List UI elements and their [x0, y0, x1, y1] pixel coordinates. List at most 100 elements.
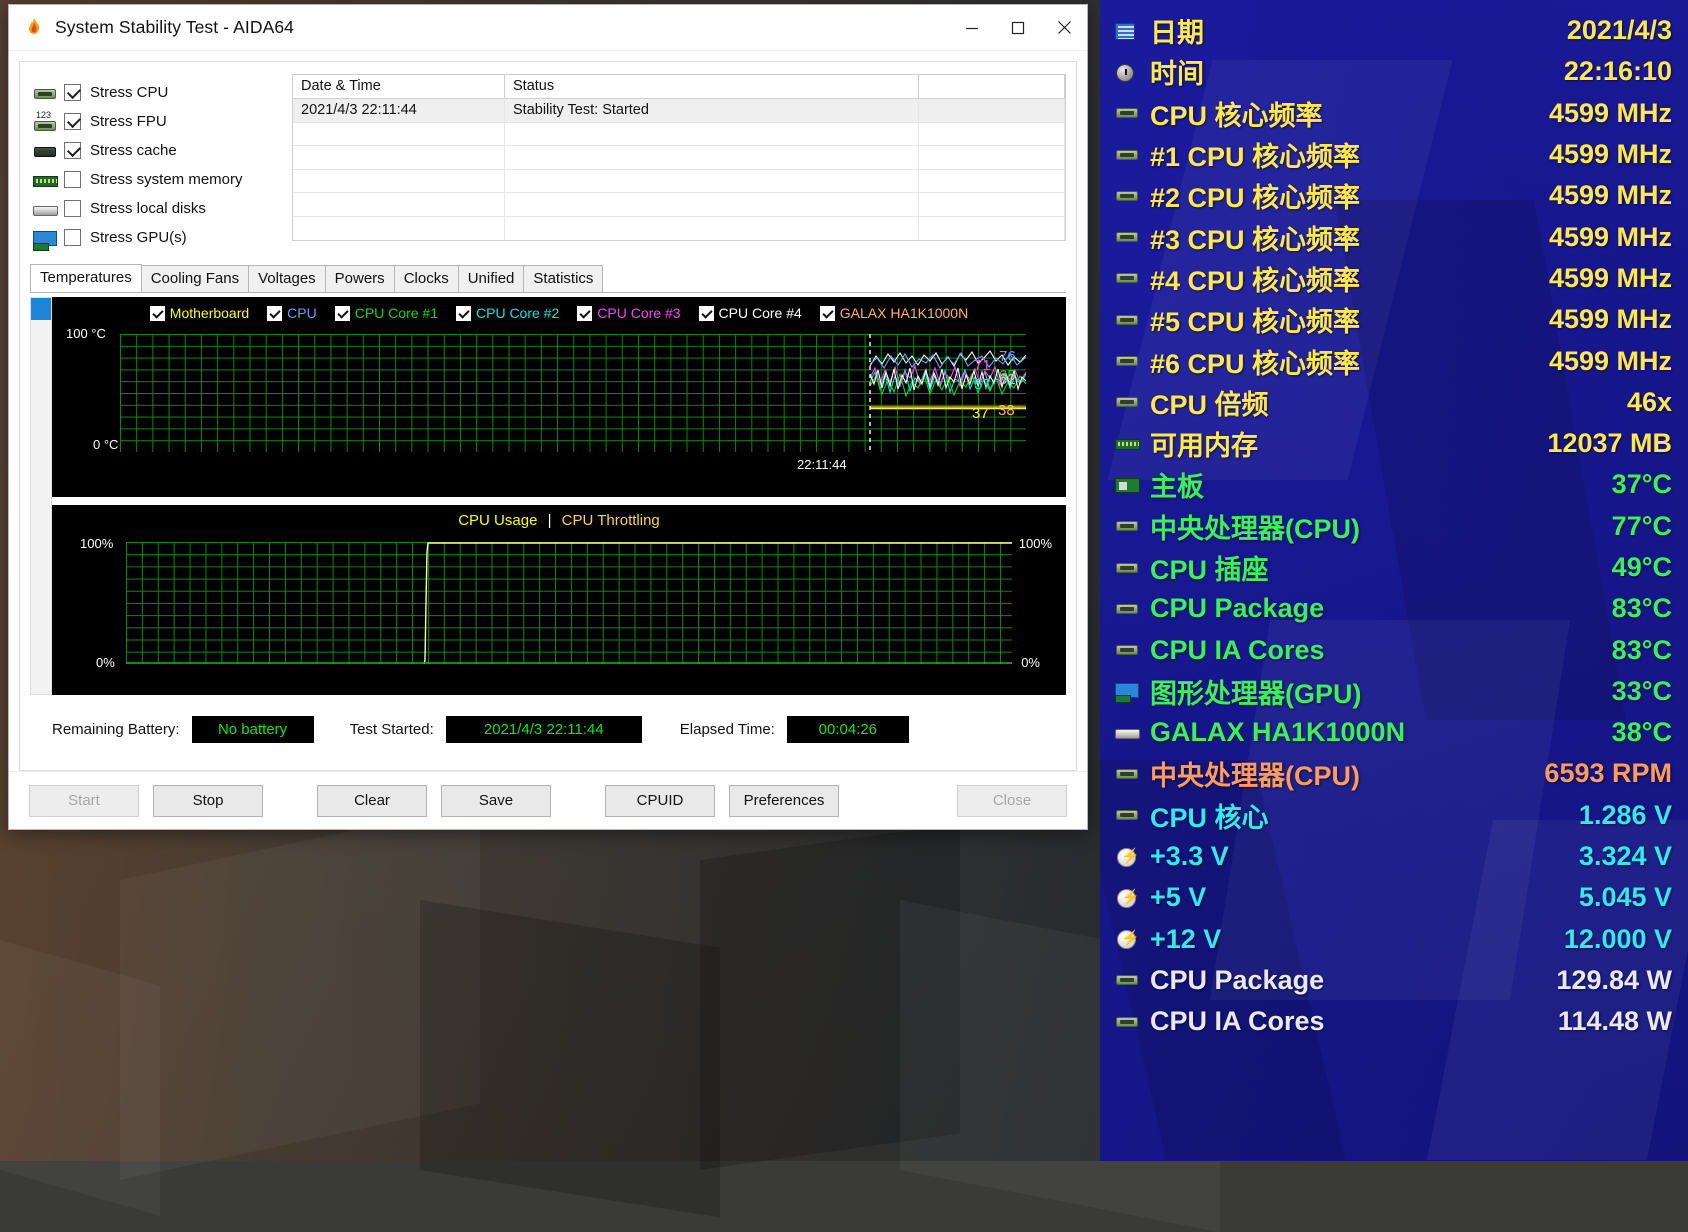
- legend-checkbox[interactable]: [456, 305, 471, 321]
- chart-scrollbar[interactable]: [30, 297, 52, 695]
- cell-spacer: [919, 99, 1065, 122]
- osd-sensor-value: 22:16:10: [1563, 56, 1672, 87]
- cpu-usage-chart[interactable]: CPU Usage | CPU Throttling 100% 0% 100% …: [52, 505, 1066, 695]
- clear-button[interactable]: Clear: [317, 784, 427, 817]
- tab-statistics[interactable]: Statistics: [523, 265, 604, 292]
- cpu-chip-icon: [1112, 143, 1142, 167]
- system-stability-test-window[interactable]: System Stability Test - AIDA64 Stress CP…: [8, 4, 1088, 830]
- cell-status: Stability Test: Started: [505, 99, 919, 122]
- legend-checkbox[interactable]: [819, 305, 835, 321]
- start-button[interactable]: Start: [29, 784, 139, 817]
- title-part-cpu-usage: CPU Usage: [458, 512, 538, 529]
- osd-sensor-value: 4599 MHz: [1548, 97, 1672, 128]
- cpuid-button-label: CPUID: [636, 792, 684, 809]
- osd-sensor-row: CPU IA Cores 83°C: [1112, 629, 1672, 670]
- legend-item-galax-ha1k1000n[interactable]: GALAX HA1K1000N: [819, 305, 968, 321]
- osd-sensor-name: CPU 核心: [1150, 802, 1269, 833]
- osd-sensor-name: 中央处理器(CPU): [1150, 761, 1360, 792]
- wallpaper-facet: [0, 940, 160, 1216]
- osd-sensor-name: 可用内存: [1150, 431, 1258, 462]
- stress-option-row[interactable]: Stress local disks: [30, 194, 282, 223]
- chart-tabs[interactable]: Temperatures Cooling Fans Voltages Power…: [30, 264, 1066, 293]
- window-titlebar[interactable]: System Stability Test - AIDA64: [9, 5, 1087, 51]
- stress-cpu-checkbox[interactable]: [64, 84, 81, 101]
- temperatures-chart-legend[interactable]: Motherboard CPU CPU Core #1 CPU Core #2 …: [52, 305, 1066, 321]
- title-part-cpu-throttling: CPU Throttling: [561, 512, 660, 529]
- stress-option-row[interactable]: Stress GPU(s): [30, 223, 282, 252]
- close-dialog-button[interactable]: Close: [957, 784, 1067, 817]
- cpu-chip-icon: [1112, 638, 1142, 662]
- table-row[interactable]: [293, 169, 1065, 194]
- close-button[interactable]: [1041, 5, 1087, 51]
- table-row[interactable]: [293, 146, 1065, 170]
- stop-button[interactable]: Stop: [153, 784, 263, 817]
- legend-item-cpu-core-3[interactable]: CPU Core #3: [577, 305, 681, 321]
- table-row[interactable]: [293, 122, 1065, 147]
- tab-clocks[interactable]: Clocks: [393, 265, 459, 292]
- table-row[interactable]: 2021/4/3 22:11:44 Stability Test: Starte…: [293, 99, 1065, 123]
- osd-sensor-value: 4599 MHz: [1548, 345, 1672, 376]
- table-row[interactable]: [293, 193, 1065, 217]
- osd-sensor-row: 可用内存 12037 MB: [1112, 423, 1672, 464]
- osd-sensor-row: #6 CPU 核心频率 4599 MHz: [1112, 340, 1672, 381]
- stress-cache-checkbox[interactable]: [64, 142, 81, 159]
- close-dialog-button-label: Close: [992, 792, 1032, 809]
- clock-icon: [1112, 60, 1142, 84]
- osd-sensor-name: CPU Package: [1150, 964, 1325, 995]
- table-row[interactable]: [293, 216, 1065, 241]
- osd-sensor-row: GALAX HA1K1000N 38°C: [1112, 712, 1672, 753]
- stress-option-label: Stress local disks: [90, 200, 206, 217]
- legend-item-cpu-core-4[interactable]: CPU Core #4: [698, 305, 802, 321]
- stress-local-disks-checkbox[interactable]: [64, 200, 81, 217]
- save-button-label: Save: [478, 792, 514, 809]
- stress-option-row[interactable]: Stress CPU: [30, 78, 282, 107]
- legend-checkbox[interactable]: [334, 305, 350, 321]
- osd-sensor-name: #1 CPU 核心频率: [1150, 142, 1361, 173]
- legend-checkbox[interactable]: [267, 305, 283, 321]
- button-bar: Start Stop Clear Save CPUID Preferences …: [9, 771, 1087, 829]
- stress-option-row[interactable]: Stress system memory: [30, 165, 282, 194]
- cpu-chip-icon: [1112, 101, 1142, 125]
- legend-checkbox[interactable]: [698, 305, 714, 321]
- scrollbar-thumb[interactable]: [31, 298, 51, 320]
- stress-fpu-checkbox[interactable]: [64, 113, 81, 130]
- maximize-button[interactable]: [995, 5, 1041, 51]
- tab-temperatures[interactable]: Temperatures: [30, 264, 142, 292]
- minimize-button[interactable]: [949, 5, 995, 51]
- preferences-button[interactable]: Preferences: [729, 784, 839, 817]
- stress-option-row[interactable]: 123 Stress FPU: [30, 107, 282, 136]
- osd-sensor-name: +3.3 V: [1150, 841, 1229, 872]
- stress-system-memory-checkbox[interactable]: [64, 171, 81, 188]
- tab-unified[interactable]: Unified: [457, 265, 525, 292]
- legend-item-cpu-core-1[interactable]: CPU Core #1: [334, 305, 438, 321]
- osd-sensor-value: 38°C: [1611, 717, 1672, 748]
- save-button[interactable]: Save: [441, 784, 551, 817]
- tab-voltages[interactable]: Voltages: [248, 265, 326, 292]
- status-log-table[interactable]: Date & Time Status 2021/4/3 22:11:44 Sta…: [292, 74, 1066, 241]
- cpuid-button[interactable]: CPUID: [605, 784, 715, 817]
- osd-sensor-rows: 日期 2021/4/3 时间 22:16:10 CPU 核心频率 4599 MHz #1 C…: [1112, 10, 1672, 1042]
- legend-item-motherboard[interactable]: Motherboard: [149, 305, 249, 321]
- cpu-chip-icon: [1112, 514, 1142, 538]
- window-controls[interactable]: [949, 5, 1087, 51]
- fpu-chip-icon: 123: [30, 110, 60, 133]
- legend-item-cpu[interactable]: CPU: [267, 305, 317, 321]
- osd-sensor-row: 中央处理器(CPU) 6593 RPM: [1112, 753, 1672, 794]
- osd-sensor-name: CPU 核心频率: [1150, 100, 1323, 131]
- temperatures-chart[interactable]: Motherboard CPU CPU Core #1 CPU Core #2 …: [52, 297, 1066, 497]
- stress-option-label: Stress GPU(s): [90, 229, 187, 246]
- osd-sensor-value: 2021/4/3: [1566, 15, 1672, 46]
- osd-sensor-row: CPU Package 83°C: [1112, 588, 1672, 629]
- stress-option-row[interactable]: Stress cache: [30, 136, 282, 165]
- tab-powers[interactable]: Powers: [324, 265, 395, 292]
- usage-y-min-right: 0%: [1021, 655, 1040, 670]
- charts-area: Motherboard CPU CPU Core #1 CPU Core #2 …: [30, 297, 1066, 695]
- legend-item-cpu-core-2[interactable]: CPU Core #2: [456, 305, 559, 321]
- legend-checkbox[interactable]: [149, 305, 165, 321]
- value-label-cpu-core-4: 62: [999, 371, 1016, 388]
- osd-sensor-name: #6 CPU 核心频率: [1150, 348, 1361, 379]
- legend-checkbox[interactable]: [577, 305, 593, 321]
- stress-gpus-checkbox[interactable]: [64, 229, 81, 246]
- osd-sensor-value: 4599 MHz: [1548, 262, 1672, 293]
- tab-cooling-fans[interactable]: Cooling Fans: [140, 265, 250, 292]
